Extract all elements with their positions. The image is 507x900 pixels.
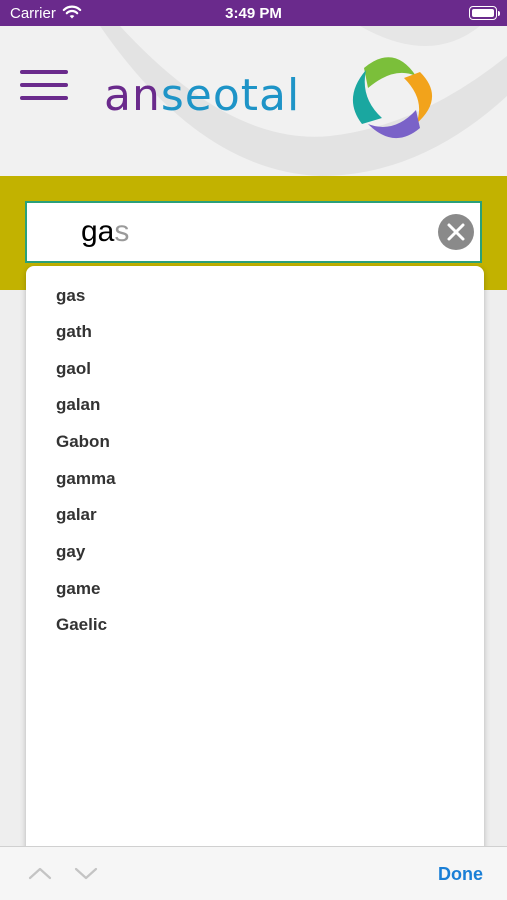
search-value: gas [81, 215, 130, 248]
done-button[interactable]: Done [438, 864, 483, 885]
suggestion-item[interactable]: gas [56, 286, 85, 306]
app-header: anseotal [0, 26, 507, 176]
menu-bar-bottom [20, 96, 68, 100]
logo-wordmark: anseotal [104, 70, 301, 121]
logo-mark-icon [352, 57, 433, 139]
menu-bar-middle [20, 83, 68, 87]
suggestion-item[interactable]: gaol [56, 359, 91, 379]
suggestion-item[interactable]: Gaelic [56, 615, 107, 635]
clear-icon[interactable] [438, 214, 474, 250]
suggestion-item[interactable]: game [56, 579, 100, 599]
chevron-down-icon[interactable] [74, 865, 98, 881]
app-logo: anseotal [104, 57, 444, 174]
suggestions-dropdown: gas gath gaol galan Gabon gamma galar ga… [26, 266, 484, 866]
keyboard-toolbar: Done [0, 846, 507, 900]
chevron-up-icon[interactable] [28, 865, 52, 881]
suggestion-item[interactable]: Gabon [56, 432, 110, 452]
menu-bar-top [20, 70, 68, 74]
suggestion-item[interactable]: gamma [56, 469, 116, 489]
search-input[interactable]: gas [25, 201, 482, 263]
suggestion-item[interactable]: gath [56, 322, 92, 342]
clock: 3:49 PM [225, 5, 282, 22]
autocomplete-hint: s [114, 215, 130, 248]
status-bar: Carrier 3:49 PM [0, 0, 507, 26]
battery-icon [469, 6, 500, 20]
suggestion-item[interactable]: gay [56, 542, 85, 562]
suggestion-item[interactable]: galan [56, 395, 100, 415]
menu-button[interactable] [20, 70, 68, 102]
suggestion-item[interactable]: galar [56, 505, 97, 525]
